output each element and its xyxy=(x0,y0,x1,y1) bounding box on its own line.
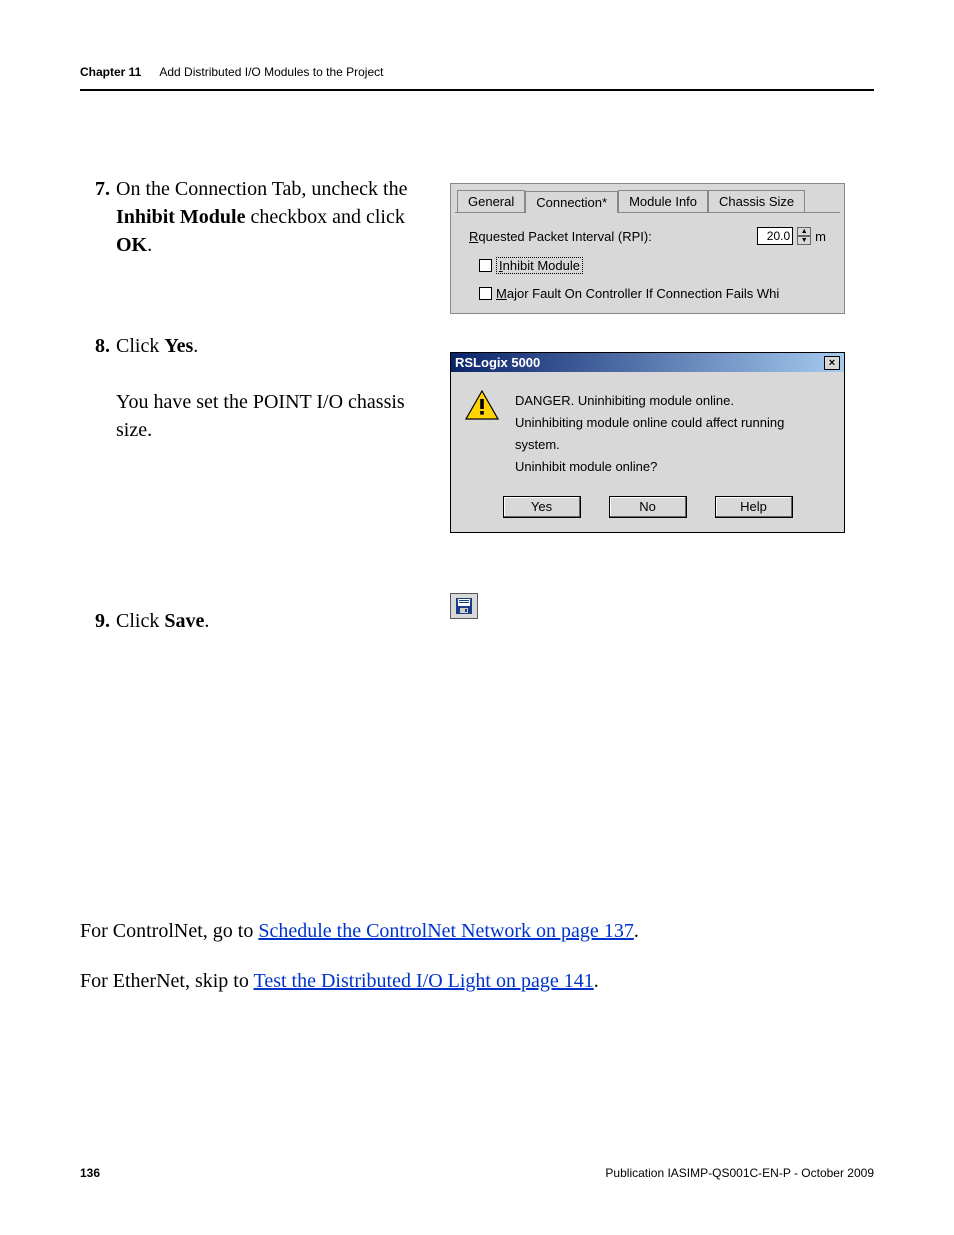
step-9-bold: Save xyxy=(164,610,204,632)
step-8-post: . xyxy=(193,335,198,357)
tab-general[interactable]: General xyxy=(457,190,525,212)
cross-reference-links: For ControlNet, go to Schedule the Contr… xyxy=(80,913,874,999)
controlnet-post: . xyxy=(634,920,639,942)
step-9-post: . xyxy=(204,610,209,632)
chapter-title: Add Distributed I/O Modules to the Proje… xyxy=(159,65,383,79)
controlnet-line: For ControlNet, go to Schedule the Contr… xyxy=(80,913,874,949)
save-button[interactable] xyxy=(450,593,478,619)
rpi-row: Rquested Packet Interval (RPI): ▲ ▼ m xyxy=(469,227,826,245)
tab-chassis-size[interactable]: Chassis Size xyxy=(708,190,805,212)
tab-connection[interactable]: Connection* xyxy=(525,191,618,213)
step-7: 7. On the Connection Tab, uncheck the In… xyxy=(80,175,420,259)
page-number: 136 xyxy=(80,1166,100,1180)
controlnet-pre: For ControlNet, go to xyxy=(80,920,258,942)
ethernet-pre: For EtherNet, skip to xyxy=(80,970,254,992)
dialog-buttons: Yes No Help xyxy=(451,488,844,532)
dialog-titlebar: RSLogix 5000 × xyxy=(451,353,844,372)
page-footer: 136 Publication IASIMP-QS001C-EN-P - Oct… xyxy=(80,1166,874,1180)
inhibit-checkbox[interactable] xyxy=(479,259,492,272)
step-8-follow: You have set the POINT I/O chassis size. xyxy=(116,388,420,444)
dialog-line1: DANGER. Uninhibiting module online. xyxy=(515,390,830,412)
dialog-line3: Uninhibit module online? xyxy=(515,456,830,478)
page-header: Chapter 11 Add Distributed I/O Modules t… xyxy=(80,65,874,91)
step-7-bold1: Inhibit Module xyxy=(116,206,245,228)
step-8-pre: Click xyxy=(116,335,164,357)
rpi-spinner[interactable]: ▲ ▼ xyxy=(797,227,811,245)
dialog-line2: Uninhibiting module online could affect … xyxy=(515,412,830,456)
rpi-input[interactable] xyxy=(757,227,793,245)
step-8-bold: Yes xyxy=(164,335,193,357)
major-fault-row: Major Fault On Controller If Connection … xyxy=(479,286,826,301)
save-icon xyxy=(455,597,473,615)
rpi-label: Rquested Packet Interval (RPI): xyxy=(469,229,652,244)
step-7-number: 7. xyxy=(80,175,110,259)
major-fault-checkbox[interactable] xyxy=(479,287,492,300)
schedule-controlnet-link[interactable]: Schedule the ControlNet Network on page … xyxy=(258,920,633,942)
step-9-number: 9. xyxy=(80,607,110,635)
step-7-pre: On the Connection Tab, uncheck the xyxy=(116,178,407,200)
step-7-bold2: OK xyxy=(116,234,147,256)
major-fault-label: Major Fault On Controller If Connection … xyxy=(496,286,779,301)
step-8-number: 8. xyxy=(80,332,110,444)
step-9-pre: Click xyxy=(116,610,164,632)
dialog-title-text: RSLogix 5000 xyxy=(455,355,540,370)
ethernet-post: . xyxy=(594,970,599,992)
close-icon[interactable]: × xyxy=(824,356,840,370)
inhibit-label: Inhibit Module xyxy=(496,257,583,274)
step-7-text: On the Connection Tab, uncheck the Inhib… xyxy=(116,175,420,259)
uninhibit-dialog: RSLogix 5000 × DANGER. Uninhibiting modu… xyxy=(450,352,845,533)
inhibit-row: Inhibit Module xyxy=(479,257,826,274)
help-button[interactable]: Help xyxy=(715,496,793,518)
ethernet-line: For EtherNet, skip to Test the Distribut… xyxy=(80,963,874,999)
step-9: 9. Click Save. xyxy=(80,607,420,635)
tab-strip: General Connection* Module Info Chassis … xyxy=(451,184,844,212)
step-8-text: Click Yes. xyxy=(116,332,420,360)
publication-id: Publication IASIMP-QS001C-EN-P - October… xyxy=(605,1166,874,1180)
tab-body: Rquested Packet Interval (RPI): ▲ ▼ m In… xyxy=(455,212,840,307)
rpi-unit: m xyxy=(815,229,826,244)
chapter-label: Chapter 11 xyxy=(80,65,141,79)
step-7-mid: checkbox and click xyxy=(245,206,404,228)
rpi-spinner-up[interactable]: ▲ xyxy=(797,227,811,236)
step-7-post: . xyxy=(147,234,152,256)
warning-icon xyxy=(465,390,499,420)
step-9-text: Click Save. xyxy=(116,607,420,635)
step-8: 8. Click Yes. You have set the POINT I/O… xyxy=(80,332,420,444)
tab-module-info[interactable]: Module Info xyxy=(618,190,708,212)
test-io-light-link[interactable]: Test the Distributed I/O Light on page 1… xyxy=(254,970,594,992)
rpi-spinner-down[interactable]: ▼ xyxy=(797,236,811,245)
yes-button[interactable]: Yes xyxy=(503,496,581,518)
dialog-message: DANGER. Uninhibiting module online. Unin… xyxy=(515,390,830,478)
no-button[interactable]: No xyxy=(609,496,687,518)
connection-tab-panel: General Connection* Module Info Chassis … xyxy=(450,183,845,314)
